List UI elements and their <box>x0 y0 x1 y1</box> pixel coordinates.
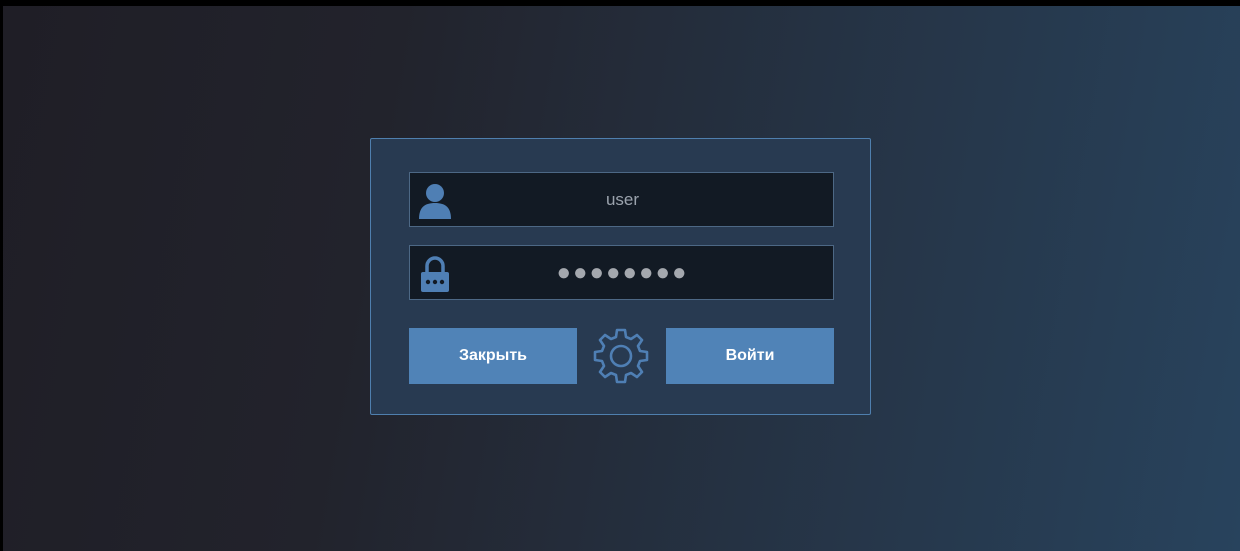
user-icon <box>413 179 457 223</box>
username-input[interactable] <box>460 173 785 226</box>
username-field-container <box>409 172 834 227</box>
login-button[interactable]: Войти <box>666 328 834 384</box>
login-panel: Закрыть Войти <box>370 138 871 415</box>
close-button[interactable]: Закрыть <box>409 328 577 384</box>
lock-icon <box>413 252 457 296</box>
gear-icon[interactable] <box>591 326 651 386</box>
password-input[interactable] <box>460 246 785 299</box>
password-field-container <box>409 245 834 300</box>
screen: Закрыть Войти <box>0 0 1240 551</box>
